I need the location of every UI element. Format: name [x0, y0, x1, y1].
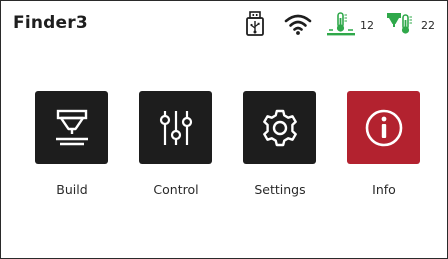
wifi-icon [284, 14, 312, 35]
info-icon [365, 109, 402, 146]
build-button[interactable] [35, 91, 108, 164]
nozzle-temperature-icon [387, 13, 412, 34]
usb-status [245, 9, 265, 39]
info-button[interactable] [347, 91, 420, 164]
control-label: Control [153, 182, 199, 197]
bed-temperature-value: 12 [360, 19, 374, 32]
build-label: Build [56, 182, 88, 197]
info-label: Info [372, 182, 396, 197]
wifi-status [283, 9, 313, 39]
settings-label: Settings [254, 182, 306, 197]
nozzle-temperature: 22 [386, 9, 435, 39]
bed-temperature: 12 [325, 9, 374, 39]
sliders-icon [159, 110, 192, 145]
build-icon [55, 109, 88, 145]
settings-button[interactable] [243, 91, 316, 164]
nozzle-temperature-value: 22 [421, 19, 435, 32]
bed-temperature-icon [327, 12, 355, 36]
control-button[interactable] [139, 91, 212, 164]
usb-icon [246, 11, 264, 36]
screen-frame: Finder3 12 22 Build Control Settings Inf… [0, 0, 448, 259]
device-name: Finder3 [13, 13, 88, 33]
gear-icon [262, 109, 297, 146]
